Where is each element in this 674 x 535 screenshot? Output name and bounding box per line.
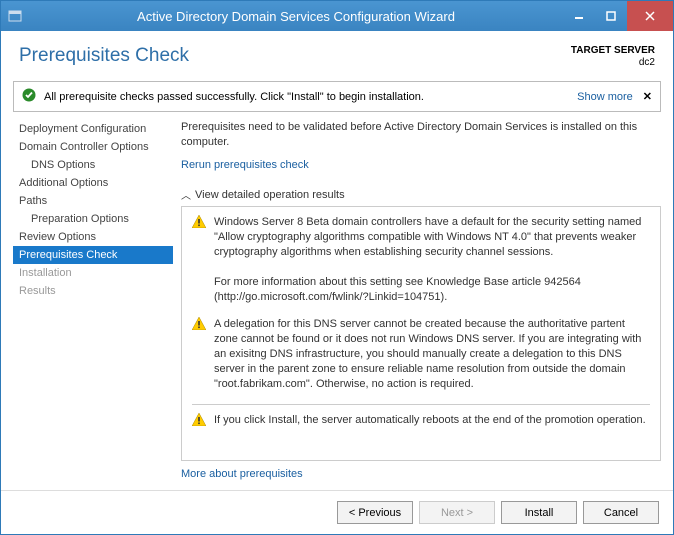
sidebar-item-5[interactable]: Preparation Options: [13, 210, 173, 228]
maximize-button[interactable]: [595, 1, 627, 31]
titlebar: Active Directory Domain Services Configu…: [1, 1, 673, 31]
results-panel: Windows Server 8 Beta domain controllers…: [181, 206, 661, 461]
sidebar: Deployment ConfigurationDomain Controlle…: [13, 120, 173, 490]
dismiss-icon[interactable]: ✕: [643, 90, 652, 103]
status-message: All prerequisite checks passed successfu…: [44, 91, 577, 103]
warning-icon: [192, 215, 208, 229]
sidebar-item-7[interactable]: Prerequisites Check: [13, 246, 173, 264]
close-button[interactable]: [627, 1, 673, 31]
chevron-up-icon: ︿: [181, 187, 191, 202]
rerun-link[interactable]: Rerun prerequisites check: [181, 158, 661, 173]
main-content: Prerequisites need to be validated befor…: [181, 120, 661, 490]
app-icon: [1, 9, 29, 23]
cancel-button[interactable]: Cancel: [583, 501, 659, 524]
window-title: Active Directory Domain Services Configu…: [29, 9, 563, 24]
sidebar-item-1[interactable]: Domain Controller Options: [13, 138, 173, 156]
sidebar-item-4[interactable]: Paths: [13, 192, 173, 210]
minimize-button[interactable]: [563, 1, 595, 31]
warning-icon: [192, 413, 208, 427]
warning-note-1: A delegation for this DNS server cannot …: [192, 317, 650, 392]
target-server: TARGET SERVER dc2: [571, 45, 655, 69]
warning-icon: [192, 317, 208, 331]
results-toggle[interactable]: ︿ View detailed operation results: [181, 187, 661, 202]
sidebar-item-9: Results: [13, 282, 173, 300]
sidebar-item-2[interactable]: DNS Options: [13, 156, 173, 174]
sidebar-item-8: Installation: [13, 264, 173, 282]
warning-text: A delegation for this DNS server cannot …: [214, 317, 650, 392]
show-more-link[interactable]: Show more: [577, 91, 633, 103]
warning-text: Windows Server 8 Beta domain controllers…: [214, 215, 650, 305]
sidebar-item-0[interactable]: Deployment Configuration: [13, 120, 173, 138]
warning-text: If you click Install, the server automat…: [214, 413, 646, 428]
next-button: Next >: [419, 501, 495, 524]
footer: < Previous Next > Install Cancel: [1, 490, 673, 534]
target-server-name: dc2: [571, 57, 655, 69]
intro-text: Prerequisites need to be validated befor…: [181, 120, 661, 150]
target-server-label: TARGET SERVER: [571, 45, 655, 57]
success-icon: [22, 88, 36, 105]
warning-note-2: If you click Install, the server automat…: [192, 413, 650, 428]
sidebar-item-3[interactable]: Additional Options: [13, 174, 173, 192]
more-link[interactable]: More about prerequisites: [181, 467, 661, 482]
status-bar: All prerequisite checks passed successfu…: [13, 81, 661, 112]
previous-button[interactable]: < Previous: [337, 501, 413, 524]
results-header-label: View detailed operation results: [195, 189, 345, 201]
sidebar-item-6[interactable]: Review Options: [13, 228, 173, 246]
page-title: Prerequisites Check: [19, 45, 189, 69]
warning-note-0: Windows Server 8 Beta domain controllers…: [192, 215, 650, 305]
install-button[interactable]: Install: [501, 501, 577, 524]
